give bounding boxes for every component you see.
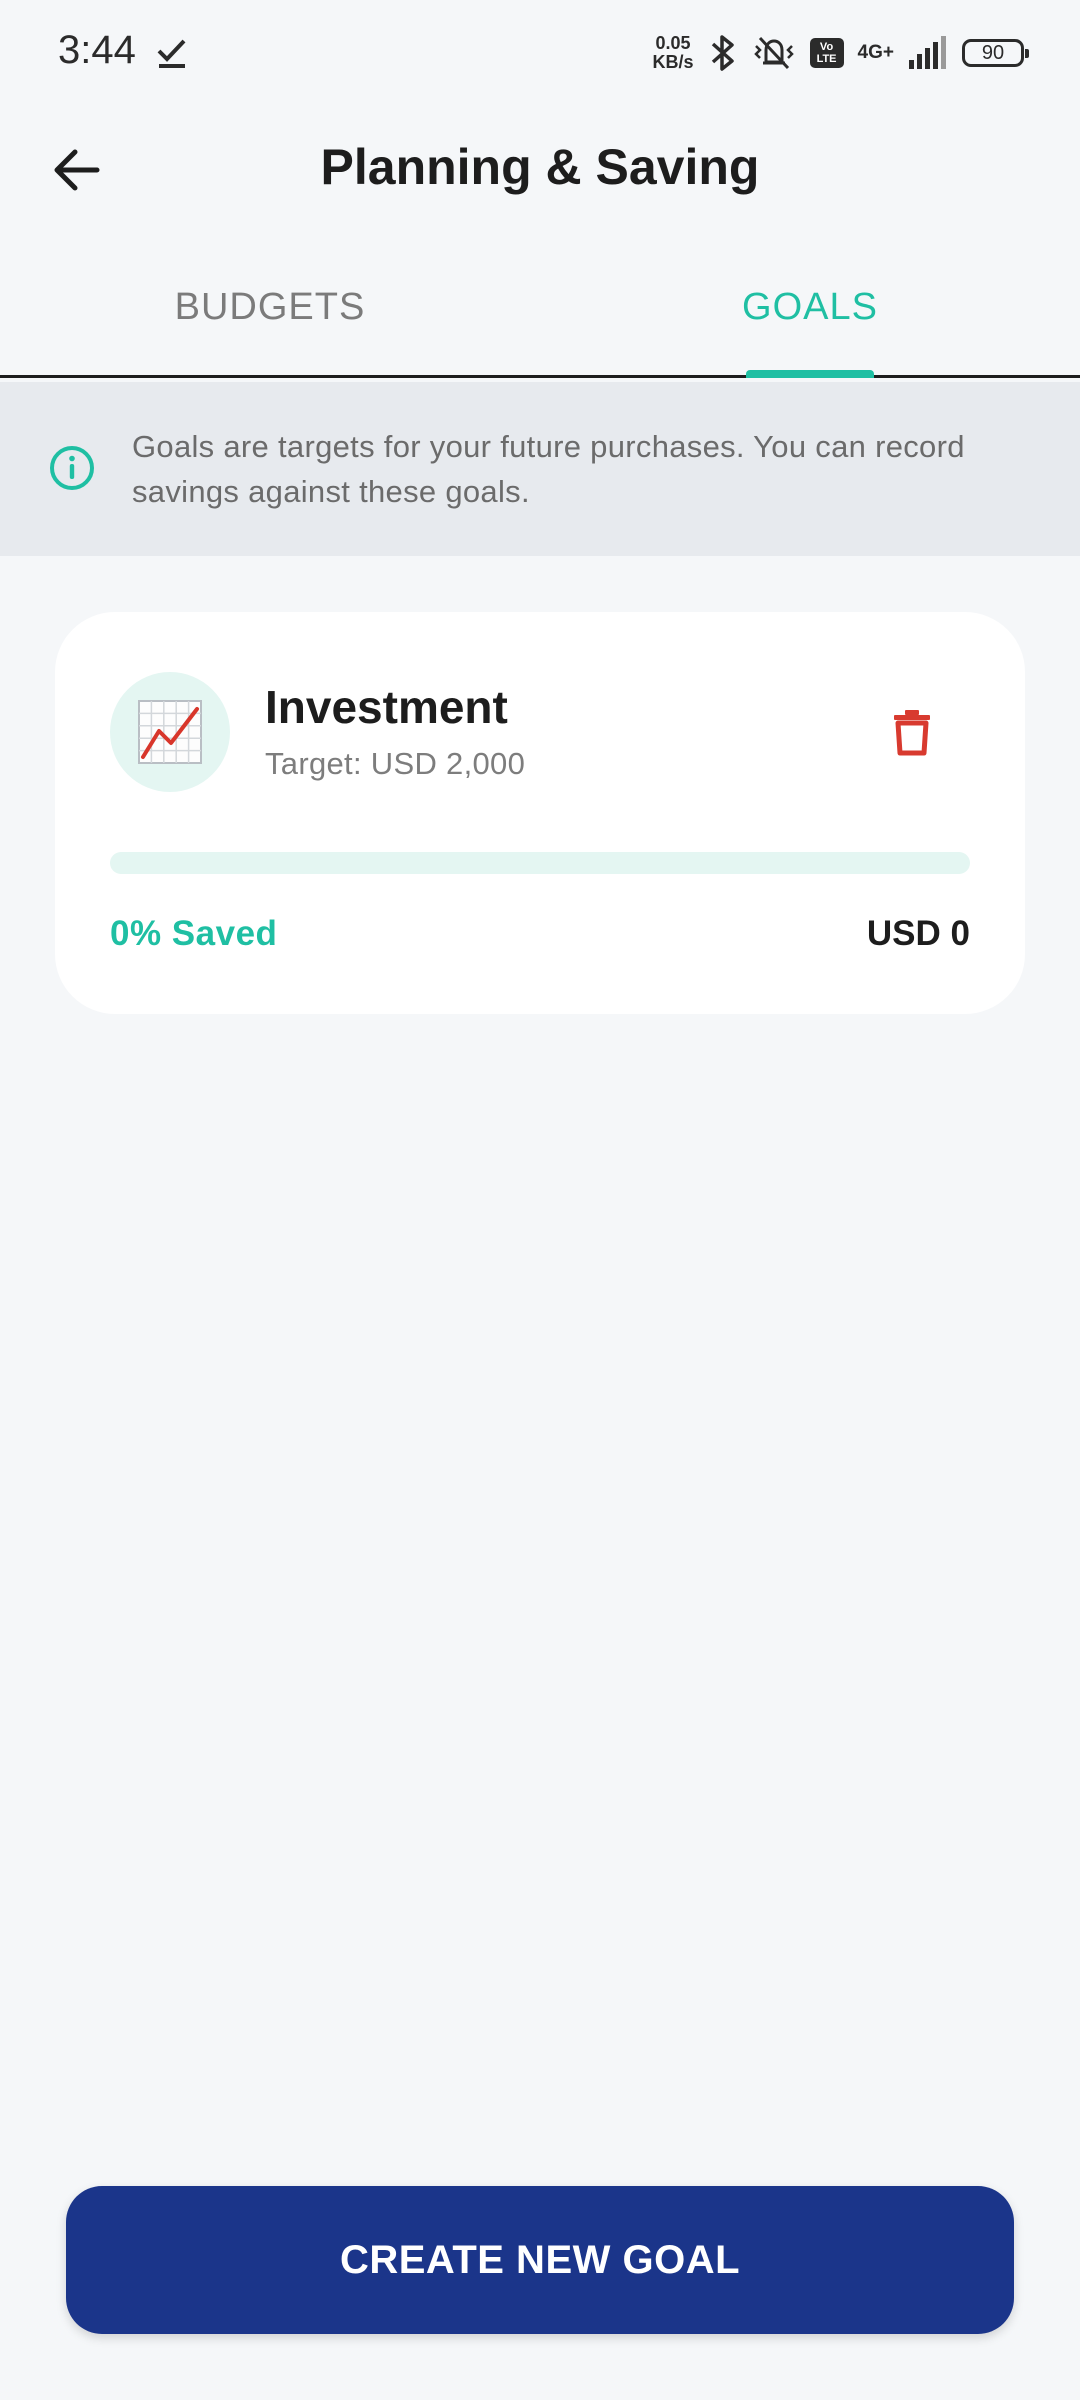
task-done-icon	[157, 39, 186, 68]
network-speed-unit: KB/s	[652, 52, 694, 72]
status-bar: 3:44 0.05 KB/s Vo LTE 4G+ 90	[0, 0, 1080, 110]
status-icons: 0.05 KB/s Vo LTE 4G+ 90	[653, 30, 1029, 76]
tab-bar: BUDGETS GOALS	[0, 250, 1080, 378]
goal-target: Target: USD 2,000	[265, 746, 526, 781]
goal-name: Investment	[265, 681, 508, 733]
network-speed-value: 0.05	[655, 33, 691, 53]
volte-badge: Vo LTE	[809, 38, 844, 68]
battery-level: 90	[981, 41, 1005, 64]
network-speed: 0.05 KB/s	[653, 34, 694, 72]
status-time: 3:44	[58, 28, 136, 72]
goal-card[interactable]: Investment Target: USD 2,000 0% Saved US…	[55, 612, 1025, 1014]
info-text: Goals are targets for your future purcha…	[132, 429, 965, 509]
active-tab-indicator	[746, 370, 874, 378]
volte-top-text: Vo	[819, 41, 834, 53]
info-circle-icon	[50, 446, 94, 490]
app-header: Planning & Saving	[0, 110, 1080, 230]
bluetooth-icon	[711, 35, 734, 71]
goal-saved-percent: 0% Saved	[110, 914, 278, 953]
goal-avatar	[110, 672, 230, 792]
signal-strength-icon	[909, 36, 946, 69]
goal-saved-amount: USD 0	[866, 914, 970, 953]
trash-icon	[894, 710, 930, 756]
volte-bottom-text: LTE	[816, 53, 837, 65]
info-banner: Goals are targets for your future purcha…	[0, 382, 1080, 556]
create-new-goal-button[interactable]: CREATE NEW GOAL	[66, 2186, 1014, 2334]
chart-increasing-icon	[138, 700, 202, 764]
tab-budgets[interactable]: BUDGETS	[0, 250, 540, 375]
delete-goal-button[interactable]	[884, 704, 940, 760]
vibrate-mute-icon	[753, 36, 794, 70]
goal-progress-bar	[110, 852, 970, 874]
network-type: 4G+	[857, 42, 894, 63]
battery-icon: 90	[962, 39, 1029, 67]
tab-goals[interactable]: GOALS	[540, 250, 1080, 375]
page-title: Planning & Saving	[320, 139, 760, 195]
